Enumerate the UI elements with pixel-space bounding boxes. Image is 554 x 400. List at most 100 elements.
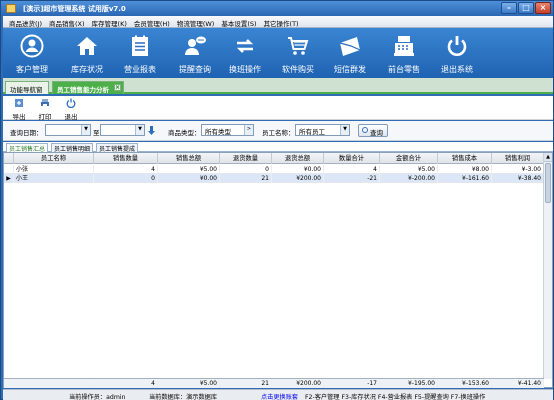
scroll-thumb[interactable]: [545, 163, 551, 203]
sales-table: 员工名称 销售数量 销售总额 退货数量 退货总额 数量合计 金额合计 销售成本 …: [3, 152, 553, 388]
cell-return-total: ¥0.00: [272, 165, 324, 174]
scroll-up-icon[interactable]: ▲: [544, 153, 552, 162]
col-sales-total[interactable]: 销售总额: [158, 153, 220, 164]
cell-qty-sum: -21: [324, 174, 380, 183]
footer-return-total: ¥200.00: [272, 379, 324, 388]
maximize-button[interactable]: □: [518, 2, 534, 14]
toolbar-label: 前台零售: [388, 65, 420, 74]
cell-profit: ¥-3.00: [492, 165, 544, 174]
footer-sales-total: ¥5.00: [158, 379, 220, 388]
table-row[interactable]: 小张 4 ¥5.00 0 ¥0.00 4 ¥5.00 ¥8.00 ¥-3.00: [4, 165, 544, 174]
col-sales-qty[interactable]: 销售数量: [94, 153, 158, 164]
report-subtabs: 员工销售汇总 员工销售明细 员工销售提成: [3, 142, 553, 153]
col-return-qty[interactable]: 退货数量: [220, 153, 272, 164]
minimize-button[interactable]: –: [501, 2, 517, 14]
menu-members[interactable]: 会员管理(H): [131, 16, 174, 28]
menu-logistics[interactable]: 物流管理(W): [174, 16, 219, 28]
subtab-summary[interactable]: 员工销售汇总: [6, 143, 49, 153]
menu-other[interactable]: 其它操作(T): [261, 16, 303, 28]
type-select[interactable]: 所有类型 >: [201, 124, 254, 136]
exit-button[interactable]: 退出: [59, 98, 83, 121]
col-cost[interactable]: 销售成本: [438, 153, 492, 164]
footer-return-qty: 21: [220, 379, 272, 388]
toolbar-exit-button[interactable]: 退出系统: [428, 28, 486, 78]
staff-select[interactable]: 所有员工 ▼: [295, 124, 350, 136]
arrow-down-icon[interactable]: [148, 126, 155, 135]
status-shortcuts: F2-客户管理 F3-库存状况 F4-营业报表 F5-提醒查询 F7-换班操作: [305, 394, 486, 400]
export-icon: [15, 99, 23, 107]
report-icon: [132, 35, 148, 56]
staff-value: 所有员工: [299, 128, 325, 136]
cell-sales-total: ¥5.00: [158, 165, 220, 174]
cell-return-qty: 0: [220, 165, 272, 174]
user-circle-icon: [20, 34, 44, 58]
footer-staff: [4, 379, 94, 388]
swap-arrows-icon: [236, 39, 254, 53]
toolbar-report-button[interactable]: 营业报表: [111, 28, 169, 78]
toolbar-retail-button[interactable]: 前台零售: [375, 28, 433, 78]
footer-profit: ¥-41.40: [492, 379, 544, 388]
toolbar-stock-button[interactable]: 库存状况: [58, 28, 116, 78]
vertical-scrollbar[interactable]: ▲: [543, 153, 552, 379]
chevron-right-icon: >: [244, 125, 253, 135]
menu-purchase[interactable]: 商品进货(J): [6, 16, 46, 28]
menu-settings[interactable]: 基本设置(S): [218, 16, 260, 28]
toolbar-label: 客户管理: [16, 65, 48, 74]
to-label: 至: [93, 129, 100, 137]
cell-sales-qty: 4: [94, 165, 158, 174]
col-staff[interactable]: 员工名称: [14, 153, 94, 164]
tab-navigation[interactable]: 功能导航窗口: [5, 81, 49, 104]
mail-icon: [339, 37, 361, 56]
window-title: [演示]超市管理系统 试用版v7.0: [23, 5, 126, 13]
chat-person-icon: [185, 36, 206, 55]
chevron-down-icon: ▼: [81, 125, 90, 135]
search-icon: [362, 127, 368, 133]
toolbar-sms-button[interactable]: 短信群发: [321, 28, 379, 78]
filter-bar: 查询日期： ▼ 至 ▼ 商品类型： 所有类型 > 员工名称： 所有员工 ▼ 查询: [3, 121, 553, 141]
power-icon: [447, 36, 467, 56]
type-value: 所有类型: [205, 128, 231, 136]
cell-qty-sum: 4: [324, 165, 380, 174]
toolbar-customer-button[interactable]: 客户管理: [3, 28, 61, 78]
col-profit[interactable]: 销售利润: [492, 153, 544, 164]
col-return-total[interactable]: 退货总额: [272, 153, 324, 164]
cell-return-qty: 21: [220, 174, 272, 183]
col-qty-sum[interactable]: 数量合计: [324, 153, 380, 164]
toolbar-shift-button[interactable]: 换班操作: [216, 28, 274, 78]
tab-label: 员工销售能力分析: [57, 86, 109, 94]
document-tabs: 功能导航窗口 员工销售能力分析 ×: [3, 78, 553, 104]
menu-inventory[interactable]: 库存管理(K): [89, 16, 131, 28]
toolbar-label: 换班操作: [229, 65, 261, 74]
cell-amount-sum: ¥5.00: [380, 165, 438, 174]
end-date-picker[interactable]: ▼: [100, 124, 145, 136]
table-row[interactable]: ▶ 小王 0 ¥0.00 21 ¥200.00 -21 ¥-200.00 ¥-1…: [4, 174, 544, 183]
print-icon: [41, 99, 49, 107]
cell-sales-total: ¥0.00: [158, 174, 220, 183]
start-date-picker[interactable]: ▼: [45, 124, 91, 136]
subtab-detail[interactable]: 员工销售明细: [51, 143, 94, 153]
toolbar-label: 短信群发: [334, 65, 366, 74]
export-button[interactable]: 导出: [7, 98, 31, 121]
app-window: [演示]超市管理系统 试用版v7.0 – □ × 商品进货(J) 商品销售(X)…: [0, 0, 554, 400]
row-pointer-icon: ▶: [4, 174, 14, 183]
toolbar-label: 营业报表: [124, 65, 156, 74]
query-button[interactable]: 查询: [358, 124, 388, 137]
menu-sales[interactable]: 商品销售(X): [46, 16, 89, 28]
cell-cost: ¥8.00: [438, 165, 492, 174]
cart-icon: [288, 37, 309, 55]
close-button[interactable]: ×: [535, 2, 551, 14]
cell-profit: ¥-38.40: [492, 174, 544, 183]
table-header: 员工名称 销售数量 销售总额 退货数量 退货总额 数量合计 金额合计 销售成本 …: [4, 153, 544, 164]
toolbar-buy-button[interactable]: 软件购买: [269, 28, 327, 78]
col-amount-sum[interactable]: 金额合计: [380, 153, 438, 164]
subtab-commission[interactable]: 员工销售提成: [96, 143, 139, 153]
switch-account-link[interactable]: 点击更换账套: [261, 392, 298, 400]
tab-close-icon[interactable]: ×: [114, 84, 121, 91]
tab-staff-sales[interactable]: 员工销售能力分析 ×: [52, 81, 124, 94]
print-label: 打印: [38, 113, 52, 121]
chevron-down-icon: ▼: [135, 125, 144, 135]
action-bar: 导出 打印 退出: [3, 96, 553, 121]
cell-sales-qty: 0: [94, 174, 158, 183]
print-button[interactable]: 打印: [33, 98, 57, 121]
main-toolbar: 客户管理 库存状况 营业报表 提醒查询 换班操作 软件购买 短信群发 前台零售: [3, 28, 553, 78]
